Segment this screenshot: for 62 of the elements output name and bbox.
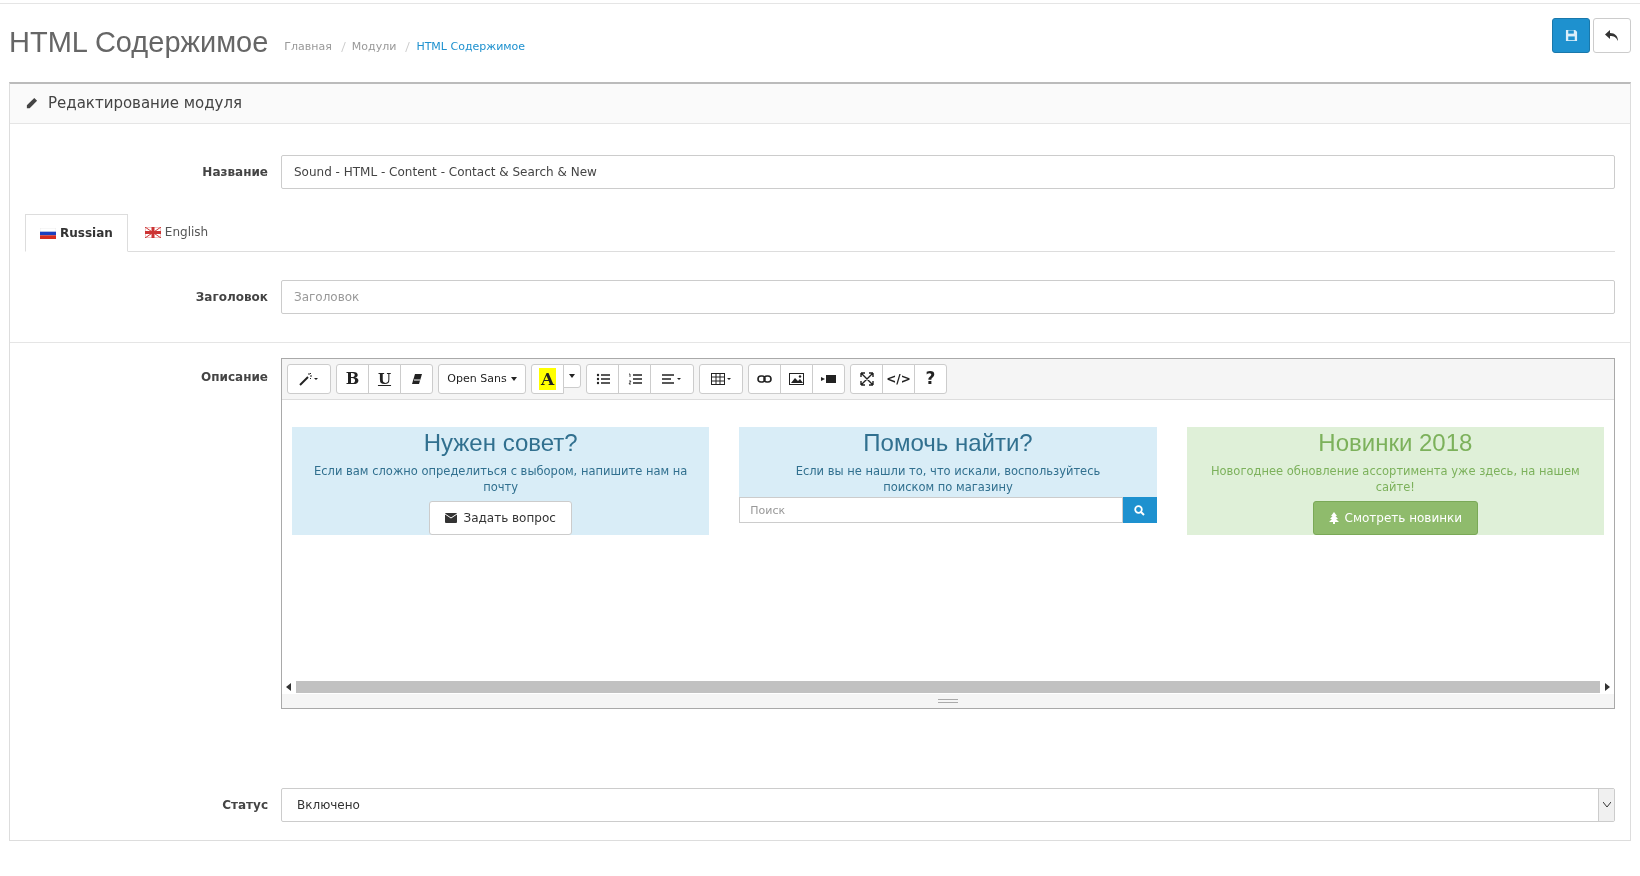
horizontal-scrollbar[interactable] [284,680,1612,694]
image-icon [789,372,804,386]
block-title: Помочь найти? [863,429,1033,457]
save-button[interactable] [1552,18,1590,53]
toolbar-button[interactable] [699,364,743,394]
pencil-icon [25,97,38,110]
table-icon [711,372,731,386]
status-select[interactable]: Включено [281,787,1615,822]
toolbar-button[interactable] [618,364,651,394]
flag-icon [40,227,56,239]
resize-handle[interactable] [282,694,1614,708]
back-button[interactable] [1593,18,1631,53]
field-label: Название [201,164,269,181]
block-text: Новогоднее обновление ассортимента уже здесь, на нашем сайте! [1209,463,1581,495]
right-arrow-icon [1602,682,1612,692]
toolbar-button[interactable] [650,364,694,394]
caret-icon [569,374,575,378]
color-dropdown-button[interactable] [563,364,581,388]
underline-button[interactable]: U [368,364,401,394]
language-tab[interactable]: Russian [25,214,128,252]
ask-question-button[interactable]: Задать вопрос [429,501,572,535]
caret-icon [510,377,517,381]
field-label: Статус [221,796,269,814]
help-button[interactable]: ? [914,364,947,394]
panel-title: Редактирование модуля [48,93,243,115]
name-field[interactable]: Sound - HTML - Content - Contact & Search & New [281,155,1615,189]
search-icon [1134,504,1146,516]
align-icon [662,372,682,386]
toolbar-button[interactable] [586,364,619,394]
video-camera-icon [821,372,836,386]
reply-arrow-icon [1605,29,1619,42]
toolbar-button[interactable] [850,364,883,394]
block-text: Если вам сложно определиться с выбором, напишите нам на почту [312,463,689,495]
block-title: Новинки 2018 [1318,429,1473,457]
search-button[interactable] [1122,497,1157,523]
toolbar-button[interactable] [748,364,781,394]
toolbar-button[interactable] [780,364,813,394]
heading-field[interactable]: Заголовок [281,280,1615,314]
toolbar-button[interactable] [400,364,433,394]
field-label: Заголовок [194,289,269,306]
magic-wand-icon [299,372,319,386]
font-dropdown[interactable]: Open Sans [438,364,526,394]
text-color-button[interactable]: A [531,364,564,394]
block-text: Если вы не нашли то, что искали, воспользуйтесь поиском по магазину [794,463,1102,495]
page-title: HTML Содержимое [9,28,269,57]
bold-button[interactable]: B [336,364,369,394]
block-title: Нужен совет? [423,429,578,457]
code-view-button[interactable]: </> [882,364,915,394]
field-label: Описание [200,369,269,386]
left-arrow-icon [284,682,294,692]
numbered-list-icon [627,372,642,386]
breadcrumb-link[interactable]: HTML Содержимое [416,38,526,55]
envelope-icon [445,513,458,523]
bullet-list-icon [595,372,610,386]
eraser-icon [409,372,424,386]
language-tab[interactable]: English [127,213,226,251]
flag-icon [144,226,161,238]
search-field[interactable]: Поиск [739,497,1123,523]
tree-icon [1328,512,1339,524]
fullscreen-icon [859,372,874,386]
toolbar-button[interactable] [812,364,845,394]
link-icon [757,372,772,386]
